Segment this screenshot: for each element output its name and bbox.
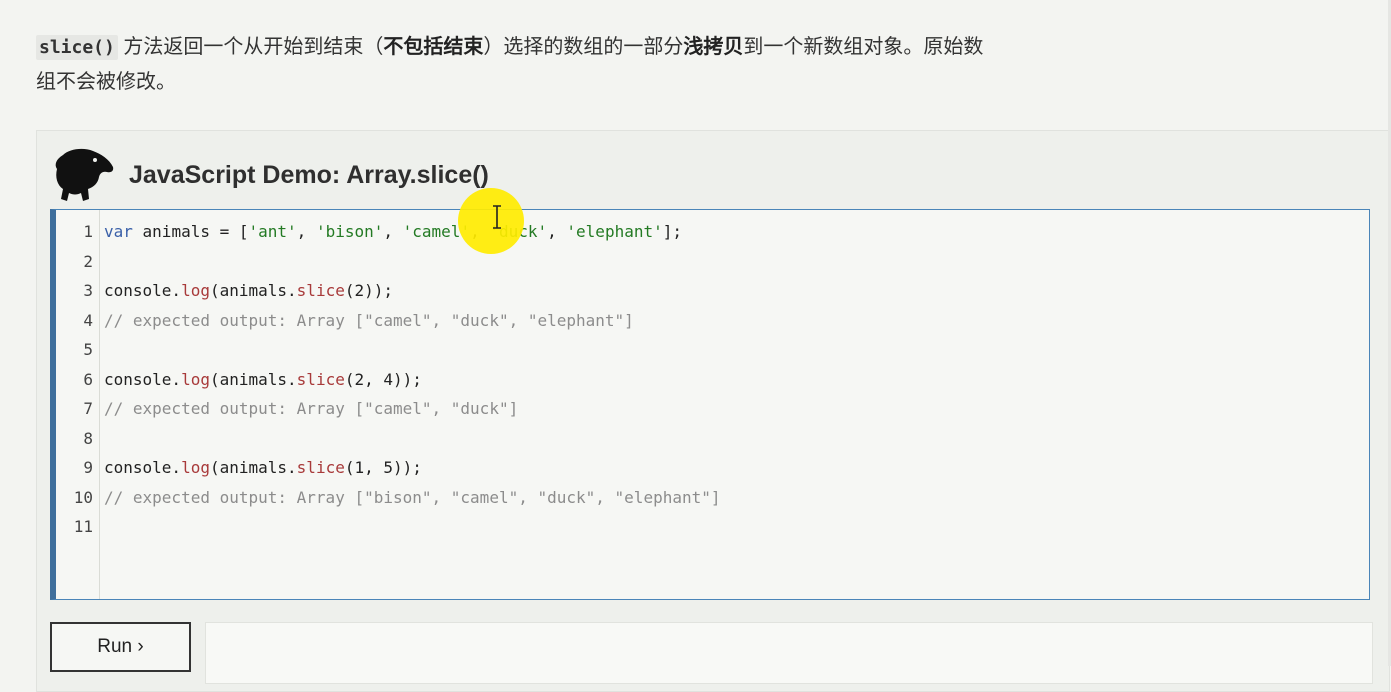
code-token: slice	[296, 281, 345, 300]
code-token: ,	[547, 222, 567, 241]
code-token: // expected output: Array ["camel", "duc…	[104, 399, 519, 418]
code-token: slice	[296, 369, 345, 389]
code-line: 11	[56, 512, 1369, 542]
code-token: 'ant'	[248, 222, 297, 241]
output-console	[205, 622, 1373, 684]
code-token: log	[181, 281, 210, 300]
code-editor[interactable]: 1 var animals = ['ant', 'bison', 'camel',…	[50, 209, 1370, 600]
dinosaur-logo-icon	[55, 148, 114, 201]
code-line: 6 console.log(animals.slice(2, 4));	[56, 365, 1369, 395]
demo-title: JavaScript Demo: Array.slice()	[129, 160, 489, 189]
code-token: (2, 4));	[344, 369, 422, 389]
code-token: var	[104, 222, 133, 241]
line-code: // expected output: Array ["camel", "duc…	[93, 306, 634, 336]
code-token: (animals.	[209, 369, 297, 389]
code-line: 1 var animals = ['ant', 'bison', 'camel',…	[56, 217, 1369, 247]
line-code: console.log(animals.slice(2));	[93, 276, 393, 306]
code-token: (1, 5));	[344, 458, 422, 477]
code-line: 3 console.log(animals.slice(2));	[56, 276, 1369, 306]
code-line: 10 // expected output: Array ["bison", "c…	[56, 483, 1369, 513]
text-cursor-icon	[493, 205, 501, 229]
code-line: 4 // expected output: Array ["camel", "du…	[56, 306, 1369, 336]
line-number: 5	[83, 340, 93, 359]
code-token: // expected output: Array ["camel", "duc…	[104, 310, 634, 330]
code-token: animals = [	[132, 222, 249, 241]
code-lines: 1 var animals = ['ant', 'bison', 'camel',…	[56, 217, 1369, 542]
desc-bold-2: 浅拷贝	[683, 36, 744, 58]
line-code: console.log(animals.slice(2, 4));	[93, 365, 422, 395]
desc-bold-1: 不包括结束	[383, 36, 484, 58]
code-token: 'bison'	[315, 222, 384, 241]
code-line: 7 // expected output: Array ["camel", "du…	[56, 394, 1369, 424]
code-line: 9 console.log(animals.slice(1, 5));	[56, 453, 1369, 483]
line-code: // expected output: Array ["camel", "duc…	[93, 394, 518, 424]
line-code: // expected output: Array ["bison", "cam…	[93, 483, 721, 513]
code-line: 8	[56, 424, 1369, 454]
code-token: console.	[104, 281, 182, 300]
line-code: var animals = ['ant', 'bison', 'camel', …	[93, 217, 682, 247]
method-description: slice() 方法返回一个从开始到结束（不包括结束）选择的数组的一部分浅拷贝到…	[36, 30, 996, 100]
line-number: 11	[73, 517, 93, 536]
code-token: slice	[296, 458, 345, 477]
code-token: (animals.	[209, 458, 297, 477]
code-token: log	[181, 458, 210, 477]
code-token: ,	[296, 222, 316, 241]
code-token: console.	[104, 458, 182, 477]
line-number: 10	[73, 487, 93, 507]
code-token: // expected output: Array ["bison", "cam…	[104, 487, 721, 507]
line-number: 3	[83, 281, 93, 300]
line-number: 8	[83, 428, 93, 448]
line-number: 7	[83, 399, 93, 418]
line-number: 4	[83, 310, 93, 330]
code-token: ,	[383, 222, 403, 241]
code-token: (animals.	[209, 281, 297, 300]
code-token: 'elephant'	[566, 222, 663, 241]
code-token: (2));	[344, 281, 394, 300]
code-token: ];	[662, 222, 682, 241]
code-line: 5	[56, 335, 1369, 365]
desc-text-1: 方法返回一个从开始到结束（	[117, 36, 384, 58]
code-line: 2	[56, 247, 1369, 277]
demo-header: JavaScript Demo: Array.slice()	[53, 145, 489, 205]
line-number: 6	[83, 369, 93, 389]
mouse-cursor-highlight	[458, 188, 524, 254]
code-token: log	[181, 369, 210, 389]
line-number: 9	[83, 458, 93, 477]
run-button[interactable]: Run ›	[50, 622, 191, 672]
code-token: console.	[104, 369, 182, 389]
method-code: slice()	[36, 35, 118, 60]
line-number: 1	[83, 222, 93, 241]
line-code: console.log(animals.slice(1, 5));	[93, 453, 422, 483]
desc-text-2: ）选择的数组的一部分	[483, 36, 684, 58]
line-number: 2	[83, 251, 93, 271]
